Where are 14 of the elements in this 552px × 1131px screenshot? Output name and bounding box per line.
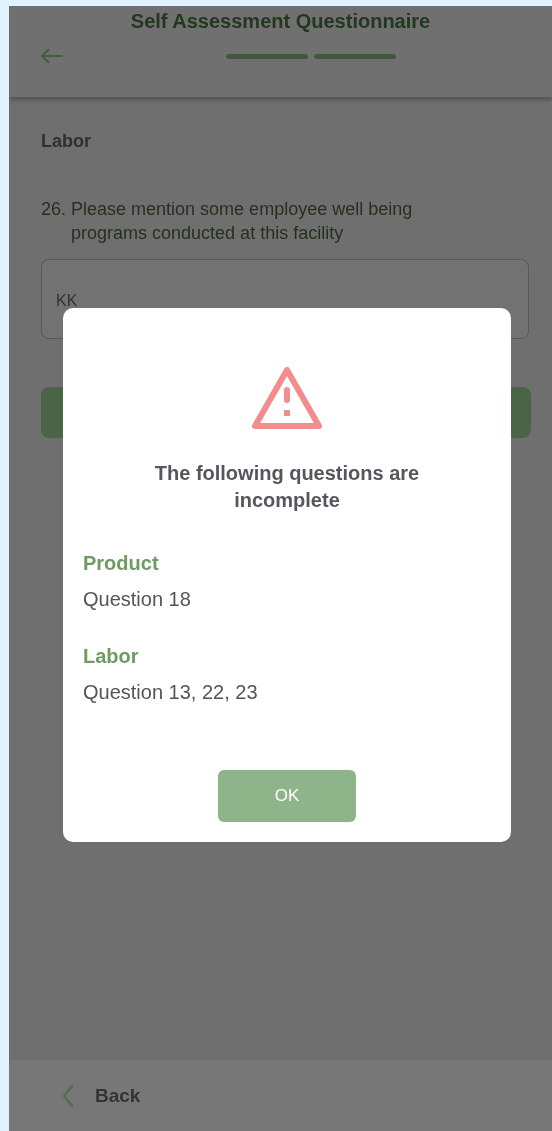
incomplete-questions: Question 13, 22, 23 bbox=[83, 681, 258, 704]
chevron-left-icon bbox=[61, 1082, 75, 1109]
question-text: Please mention some employee well being programs conducted at this facility bbox=[71, 198, 414, 245]
screen-title: Self Assessment Questionnaire bbox=[130, 9, 431, 33]
question-number: 26. bbox=[41, 198, 67, 221]
back-button[interactable]: Back bbox=[95, 1084, 141, 1107]
category-label: Product bbox=[83, 552, 159, 575]
back-arrow-icon[interactable] bbox=[39, 47, 65, 65]
section-heading: Labor bbox=[41, 131, 91, 152]
warning-icon bbox=[251, 366, 323, 430]
dialog-title: The following questions are incomplete bbox=[153, 461, 421, 513]
category-label: Labor bbox=[83, 645, 139, 668]
ok-button[interactable]: OK bbox=[218, 770, 356, 822]
incomplete-questions: Question 18 bbox=[83, 588, 191, 611]
